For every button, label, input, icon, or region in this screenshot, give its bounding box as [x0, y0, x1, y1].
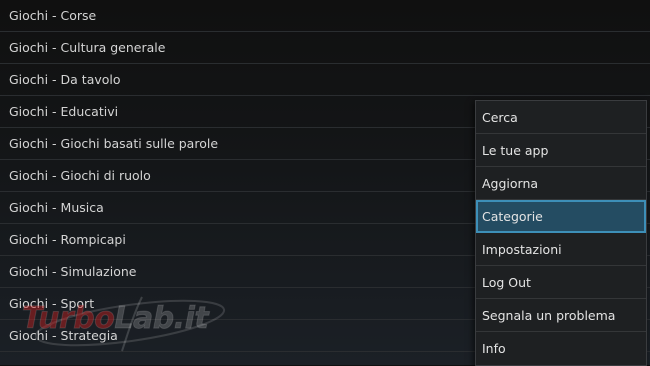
list-item-label: Giochi - Giochi di ruolo — [9, 168, 151, 183]
menu-item-aggiorna[interactable]: Aggiorna — [476, 167, 646, 200]
menu-item-info[interactable]: Info — [476, 332, 646, 365]
list-item-label: Giochi - Strategia — [9, 328, 118, 343]
menu-item-label: Le tue app — [482, 142, 549, 158]
menu-item-label: Impostazioni — [482, 241, 562, 257]
overflow-menu: Cerca Le tue app Aggiorna Categorie Impo… — [475, 100, 647, 366]
menu-item-label: Categorie — [482, 209, 543, 224]
list-item-label: Giochi - Educativi — [9, 104, 119, 119]
menu-item-impostazioni[interactable]: Impostazioni — [476, 233, 646, 266]
menu-item-log-out[interactable]: Log Out — [476, 266, 646, 299]
list-item-corse[interactable]: Giochi - Corse — [0, 0, 650, 32]
menu-item-label: Log Out — [482, 274, 531, 290]
list-item-label: Giochi - Rompicapi — [9, 232, 126, 247]
list-item-label: Giochi - Sport — [9, 296, 95, 311]
list-item-cultura-generale[interactable]: Giochi - Cultura generale — [0, 32, 650, 64]
menu-item-segnala-problema[interactable]: Segnala un problema — [476, 299, 646, 332]
menu-item-label: Segnala un problema — [482, 307, 616, 323]
list-item-label: Giochi - Giochi basati sulle parole — [9, 136, 219, 151]
menu-item-cerca[interactable]: Cerca — [476, 101, 646, 134]
menu-item-label: Info — [482, 341, 506, 356]
list-item-label: Giochi - Cultura generale — [9, 40, 166, 55]
menu-item-label: Cerca — [482, 109, 518, 125]
list-item-da-tavolo[interactable]: Giochi - Da tavolo — [0, 64, 650, 96]
menu-item-categorie[interactable]: Categorie — [476, 200, 646, 233]
list-item-label: Giochi - Da tavolo — [9, 72, 121, 87]
menu-item-le-tue-app[interactable]: Le tue app — [476, 134, 646, 167]
list-item-label: Giochi - Corse — [9, 8, 97, 23]
list-item-label: Giochi - Simulazione — [9, 264, 137, 279]
menu-item-label: Aggiorna — [482, 175, 539, 191]
list-item-label: Giochi - Musica — [9, 200, 104, 215]
